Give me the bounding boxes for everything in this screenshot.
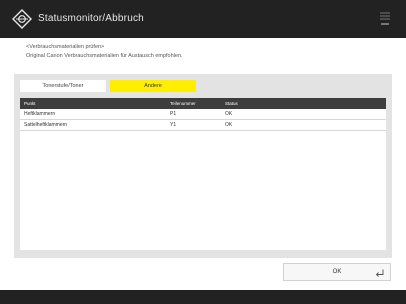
table-row[interactable]: Sattelheftklammern Y1 OK	[20, 120, 386, 131]
tab-other[interactable]: Andere	[110, 80, 196, 92]
title-bar: Statusmonitor/Abbruch	[0, 0, 406, 38]
ok-button[interactable]: OK	[283, 263, 391, 281]
enter-icon	[375, 269, 384, 277]
table-header: Punkt Teilenummer Status	[20, 98, 386, 109]
cell-item: Heftklammern	[24, 111, 56, 117]
cell-item: Sattelheftklammern	[24, 122, 68, 128]
menu-icon[interactable]	[378, 10, 392, 28]
tab-toner[interactable]: Tonerstufe/Toner	[20, 80, 106, 92]
cell-part-number: P1	[170, 111, 177, 117]
cell-status: OK	[225, 122, 233, 128]
window-title: Statusmonitor/Abbruch	[38, 13, 144, 24]
status-monitor-icon	[12, 9, 32, 29]
message-text: Original Canon Verbrauchsmaterialien für…	[26, 53, 183, 59]
column-header-status: Status	[225, 101, 238, 106]
consumables-table: Punkt Teilenummer Status Heftklammern P1…	[20, 98, 386, 250]
message-heading: <Verbrauchsmaterialien prüfen>	[26, 44, 105, 50]
cell-part-number: Y1	[170, 122, 177, 128]
cell-status: OK	[225, 111, 233, 117]
bottom-bar	[0, 290, 406, 304]
table-row[interactable]: Heftklammern P1 OK	[20, 109, 386, 120]
column-header-part-number: Teilenummer	[170, 101, 196, 106]
consumables-panel: Tonerstufe/Toner Andere Punkt Teilenumme…	[14, 74, 392, 258]
column-header-item: Punkt	[24, 101, 36, 106]
